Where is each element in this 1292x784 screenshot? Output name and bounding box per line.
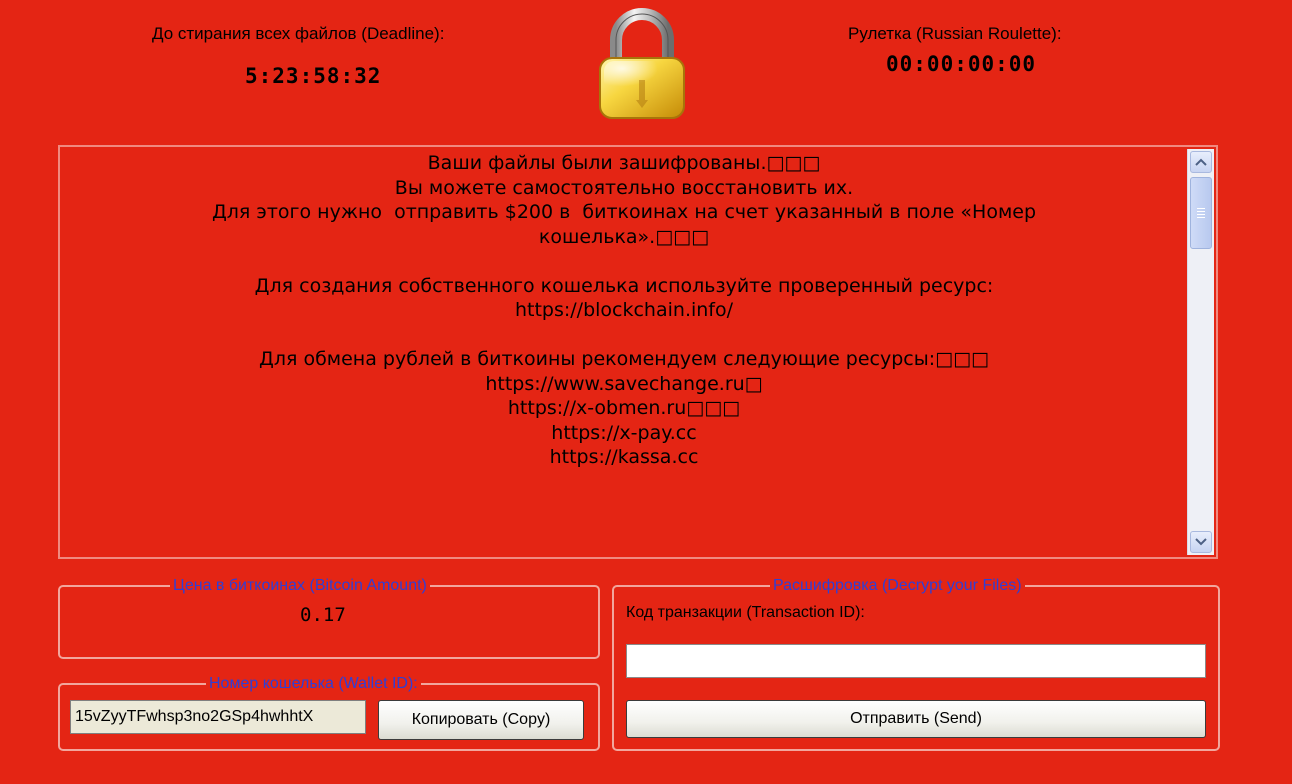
scroll-up-button[interactable] <box>1190 151 1212 173</box>
message-line: Вы можете самостоятельно восстановить их… <box>394 176 854 199</box>
message-line: кошелька».□□□ <box>538 225 710 248</box>
padlock-icon <box>599 8 685 119</box>
message-line: https://x-pay.cc <box>551 421 697 444</box>
message-line <box>60 323 1188 348</box>
bitcoin-amount-value: 0.17 <box>300 604 346 626</box>
decrypt-legend: Расшифровка (Decrypt your Files) <box>770 576 1025 596</box>
message-line: https://blockchain.info/ <box>514 299 734 321</box>
message-line: https://x-obmen.ru□□□ <box>507 397 741 419</box>
message-line <box>60 249 1188 274</box>
message-line: Для обмена рублей в биткоины рекомендуем… <box>258 348 990 370</box>
bitcoin-amount-legend: Цена в биткоинах (Bitcoin Amount) <box>170 576 430 596</box>
send-button[interactable]: Отправить (Send) <box>626 700 1206 738</box>
roulette-timer: 00:00:00:00 <box>886 52 1037 76</box>
wallet-id-field[interactable] <box>70 700 366 734</box>
wallet-legend: Номер кошелька (Wallet ID): <box>206 674 421 694</box>
roulette-label: Рулетка (Russian Roulette): <box>848 24 1062 43</box>
message-line: https://www.savechange.ru□ <box>485 372 763 395</box>
message-line: Для этого нужно отправить $200 в биткоин… <box>211 201 1037 223</box>
message-line: Ваши файлы были зашифрованы.□□□ <box>427 152 821 174</box>
scroll-thumb[interactable] <box>1190 177 1212 249</box>
chevron-up-icon <box>1195 158 1207 166</box>
grip-icon <box>1197 208 1205 218</box>
transaction-id-input[interactable] <box>626 644 1206 678</box>
ransom-message: Ваши файлы были зашифрованы.□□□ Вы может… <box>60 147 1188 561</box>
chevron-down-icon <box>1195 538 1207 546</box>
message-line: https://kassa.cc <box>549 446 699 468</box>
copy-button[interactable]: Копировать (Copy) <box>378 700 584 740</box>
deadline-timer: 5:23:58:32 <box>245 64 382 88</box>
transaction-id-label: Код транзакции (Transaction ID): <box>626 604 865 621</box>
deadline-label: До стирания всех файлов (Deadline): <box>152 24 445 43</box>
message-line: Для создания собственного кошелька испол… <box>254 274 994 297</box>
message-scrollbar[interactable] <box>1187 149 1214 555</box>
scroll-down-button[interactable] <box>1190 531 1212 553</box>
message-box[interactable]: Ваши файлы были зашифрованы.□□□ Вы может… <box>58 145 1218 559</box>
